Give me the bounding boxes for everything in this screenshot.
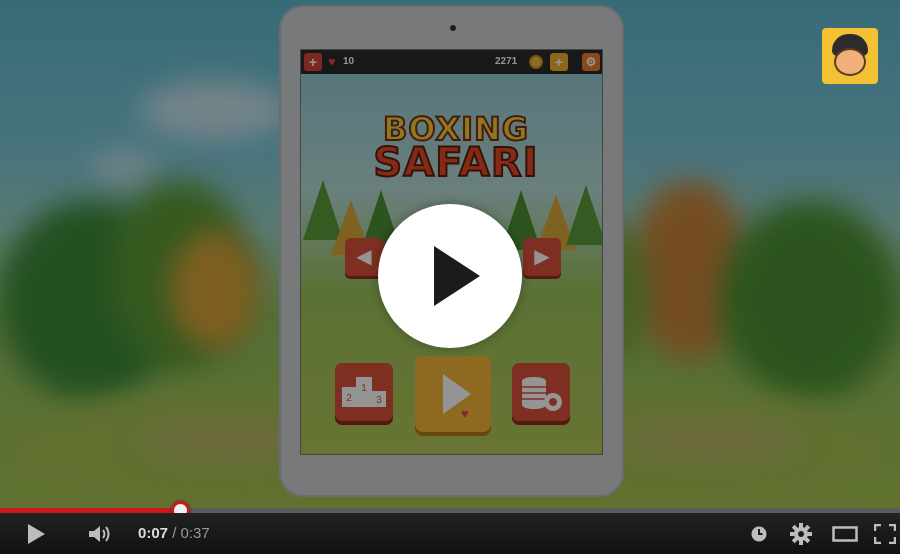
avatar-face <box>834 48 866 76</box>
video-player[interactable]: + ♥ 10 2271 + ⚙ BOXING SAFARI ◀ ▶ 1 2 3 … <box>0 0 900 554</box>
clock-icon <box>751 526 767 541</box>
channel-avatar[interactable] <box>822 28 878 84</box>
theater-mode-button[interactable] <box>828 513 862 554</box>
large-play-button[interactable] <box>378 204 522 348</box>
gear-icon <box>790 522 812 545</box>
play-icon <box>27 523 45 544</box>
fullscreen-icon <box>874 523 896 544</box>
watch-later-button[interactable] <box>746 513 772 554</box>
time-display: 0:07 / 0:37 <box>138 525 210 542</box>
time-separator: / <box>172 525 177 542</box>
settings-button[interactable] <box>786 513 816 554</box>
fullscreen-button[interactable] <box>870 513 900 554</box>
control-bar: 0:07 / 0:37 <box>0 513 900 554</box>
play-button[interactable] <box>18 513 54 554</box>
volume-button[interactable] <box>84 513 118 554</box>
current-time: 0:07 <box>138 525 169 542</box>
theater-mode-icon <box>832 525 858 542</box>
duration: 0:37 <box>180 525 210 542</box>
play-icon <box>434 246 480 306</box>
volume-icon <box>89 525 110 542</box>
